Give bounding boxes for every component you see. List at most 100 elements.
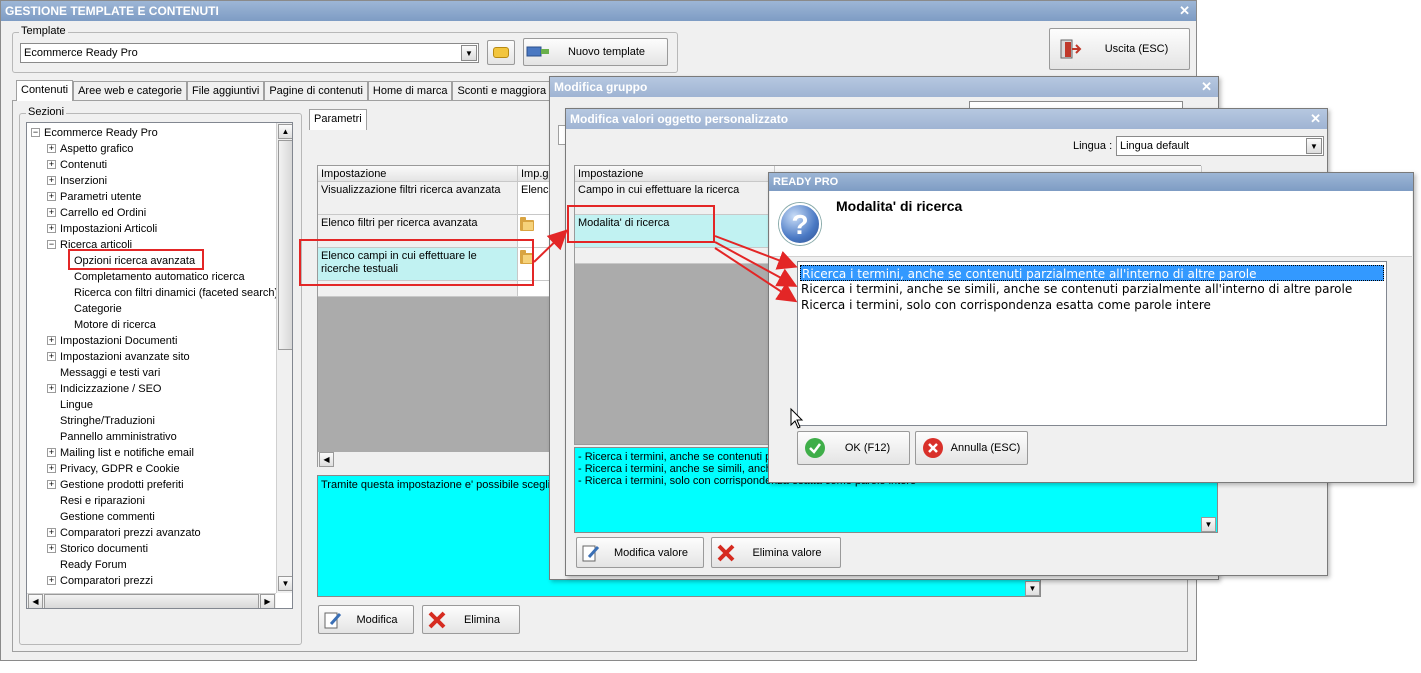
edit-value-button[interactable]: Modifica valore bbox=[576, 537, 704, 568]
tree-item[interactable]: + Mailing list e notifiche email bbox=[47, 445, 194, 461]
delete-button[interactable]: Elimina bbox=[422, 605, 520, 634]
tree-item[interactable]: + Parametri utente bbox=[47, 189, 141, 205]
tree-subitem[interactable]: Categorie bbox=[74, 301, 122, 317]
tree-item-label: Gestione commenti bbox=[60, 511, 155, 523]
tree-item[interactable]: + Impostazioni Articoli bbox=[47, 221, 157, 237]
tree-item[interactable]: + Inserzioni bbox=[47, 173, 107, 189]
close-icon[interactable]: ✕ bbox=[1310, 109, 1321, 129]
new-template-button[interactable]: Nuovo template bbox=[523, 38, 668, 66]
cancel-button[interactable]: Annulla (ESC) bbox=[915, 431, 1028, 465]
tree-collapse-icon[interactable]: − bbox=[31, 128, 40, 137]
tree-item[interactable]: + Comparatori prezzi bbox=[47, 573, 153, 589]
tree-item[interactable]: Stringhe/Traduzioni bbox=[47, 413, 155, 429]
tab-contenuti[interactable]: Contenuti bbox=[16, 80, 74, 101]
tab-sconti[interactable]: Sconti e maggiora bbox=[452, 81, 552, 100]
tab-pagine-contenuti[interactable]: Pagine di contenuti bbox=[264, 81, 368, 100]
template-select[interactable]: Ecommerce Ready Pro ▼ bbox=[20, 43, 479, 63]
tree-expand-icon[interactable]: + bbox=[47, 144, 56, 153]
description-scroll-down-icon[interactable]: ▼ bbox=[1025, 581, 1040, 596]
exit-button[interactable]: Uscita (ESC) bbox=[1049, 28, 1190, 70]
tree-item-label: Pannello amministrativo bbox=[60, 431, 177, 443]
grid-header-impostazione: Impostazione bbox=[318, 166, 518, 182]
tree-item[interactable]: Resi e riparazioni bbox=[47, 493, 145, 509]
tree-item[interactable]: + Comparatori prezzi avanzato bbox=[47, 525, 201, 541]
exit-door-icon bbox=[1050, 37, 1090, 61]
tree-expand-icon[interactable]: + bbox=[47, 160, 56, 169]
tree-item[interactable]: + Storico documenti bbox=[47, 541, 148, 557]
tree-expand-icon[interactable]: + bbox=[47, 352, 56, 361]
chevron-down-icon[interactable]: ▼ bbox=[461, 45, 477, 61]
sections-tree[interactable]: − Ecommerce Ready Pro + Aspetto grafico + C… bbox=[26, 122, 293, 609]
option-exact[interactable]: Ricerca i termini, solo con corrisponden… bbox=[800, 297, 1384, 313]
tree-root[interactable]: − Ecommerce Ready Pro bbox=[31, 125, 158, 141]
tree-horizontal-scrollbar[interactable]: ◀ ▶ bbox=[27, 593, 276, 608]
tab-parametri[interactable]: Parametri bbox=[309, 109, 367, 130]
tree-item[interactable]: + Carrello ed Ordini bbox=[47, 205, 146, 221]
close-icon[interactable]: ✕ bbox=[1201, 77, 1212, 97]
tree-item[interactable]: + Contenuti bbox=[47, 157, 107, 173]
tree-expand-icon[interactable]: + bbox=[47, 192, 56, 201]
tree-expand-icon[interactable]: + bbox=[47, 576, 56, 585]
tree-subitem[interactable]: Ricerca con filtri dinamici (faceted sea… bbox=[74, 285, 278, 301]
tree-vertical-scrollbar[interactable]: ▲ ▼ bbox=[276, 123, 292, 593]
tree-expand-icon[interactable]: + bbox=[47, 464, 56, 473]
tab-home-marca[interactable]: Home di marca bbox=[367, 81, 453, 100]
chevron-down-icon[interactable]: ▼ bbox=[1306, 138, 1322, 154]
scroll-down-icon[interactable]: ▼ bbox=[278, 576, 292, 591]
delete-x-icon bbox=[423, 608, 451, 632]
open-template-button[interactable] bbox=[487, 40, 515, 65]
grid-row-1[interactable]: Visualizzazione filtri ricerca avanzata bbox=[318, 182, 518, 215]
tree-collapse-icon[interactable]: − bbox=[47, 240, 56, 249]
scroll-left-icon[interactable]: ◀ bbox=[28, 594, 43, 608]
tree-item[interactable]: Pannello amministrativo bbox=[47, 429, 177, 445]
scroll-h-thumb[interactable] bbox=[44, 594, 259, 608]
scroll-left-icon[interactable]: ◀ bbox=[319, 452, 334, 467]
tree-expand-icon[interactable]: + bbox=[47, 528, 56, 537]
tree-expand-icon[interactable]: + bbox=[47, 224, 56, 233]
tree-item-label: Gestione prodotti preferiti bbox=[60, 479, 184, 491]
scroll-thumb[interactable] bbox=[278, 140, 292, 350]
tree-expand-icon[interactable]: + bbox=[47, 336, 56, 345]
tree-subitem[interactable]: Motore di ricerca bbox=[74, 317, 156, 333]
scroll-up-icon[interactable]: ▲ bbox=[278, 124, 292, 139]
tree-subitem[interactable]: Completamento automatico ricerca bbox=[74, 269, 245, 285]
tree-item[interactable]: Messaggi e testi vari bbox=[47, 365, 160, 381]
scroll-right-icon[interactable]: ▶ bbox=[260, 594, 275, 608]
annotation-tree-highlight bbox=[68, 249, 204, 270]
tree-item[interactable]: Gestione commenti bbox=[47, 509, 155, 525]
tree-expand-icon[interactable]: + bbox=[47, 448, 56, 457]
option-partial[interactable]: Ricerca i termini, anche se contenuti pa… bbox=[800, 265, 1384, 281]
tree-item[interactable]: + Impostazioni avanzate sito bbox=[47, 349, 190, 365]
question-icon: ? bbox=[779, 203, 821, 245]
tab-aree-web[interactable]: Aree web e categorie bbox=[73, 81, 188, 100]
tree-item[interactable]: + Gestione prodotti preferiti bbox=[47, 477, 184, 493]
checkmark-icon bbox=[798, 436, 832, 460]
tree-expand-icon[interactable]: + bbox=[47, 208, 56, 217]
tree-expand-icon[interactable]: + bbox=[47, 480, 56, 489]
edit-button[interactable]: Modifica bbox=[318, 605, 414, 634]
delete-value-button[interactable]: Elimina valore bbox=[711, 537, 841, 568]
language-select[interactable]: Lingua default ▼ bbox=[1116, 136, 1324, 156]
tree-expand-icon[interactable]: + bbox=[47, 544, 56, 553]
custom-description-scroll-down-icon[interactable]: ▼ bbox=[1201, 517, 1216, 532]
tree-item[interactable]: Lingue bbox=[47, 397, 93, 413]
tab-file-aggiuntivi[interactable]: File aggiuntivi bbox=[187, 81, 265, 100]
grid-horizontal-scrollbar[interactable]: ◀ bbox=[318, 452, 558, 467]
tree-item[interactable]: + Aspetto grafico bbox=[47, 141, 133, 157]
params-grid[interactable]: Impostazione Imp.ge Visualizzazione filt… bbox=[317, 165, 558, 467]
tree-item-label: Impostazioni avanzate sito bbox=[60, 351, 190, 363]
tree-item[interactable]: + Impostazioni Documenti bbox=[47, 333, 177, 349]
tree-item[interactable]: Ready Forum bbox=[47, 557, 127, 573]
tree-item-label: Aspetto grafico bbox=[60, 143, 134, 155]
custom-dialog-titlebar: Modifica valori oggetto personalizzato ✕ bbox=[566, 109, 1327, 129]
sections-label: Sezioni bbox=[26, 106, 67, 118]
tree-item[interactable]: + Privacy, GDPR e Cookie bbox=[47, 461, 180, 477]
close-icon[interactable]: ✕ bbox=[1179, 1, 1190, 21]
option-similar[interactable]: Ricerca i termini, anche se simili, anch… bbox=[800, 281, 1384, 297]
search-mode-list[interactable]: Ricerca i termini, anche se contenuti pa… bbox=[797, 261, 1387, 426]
ok-button[interactable]: OK (F12) bbox=[797, 431, 910, 465]
tree-item-label: Parametri utente bbox=[60, 191, 142, 203]
tree-expand-icon[interactable]: + bbox=[47, 384, 56, 393]
tree-item[interactable]: + Indicizzazione / SEO bbox=[47, 381, 162, 397]
tree-expand-icon[interactable]: + bbox=[47, 176, 56, 185]
